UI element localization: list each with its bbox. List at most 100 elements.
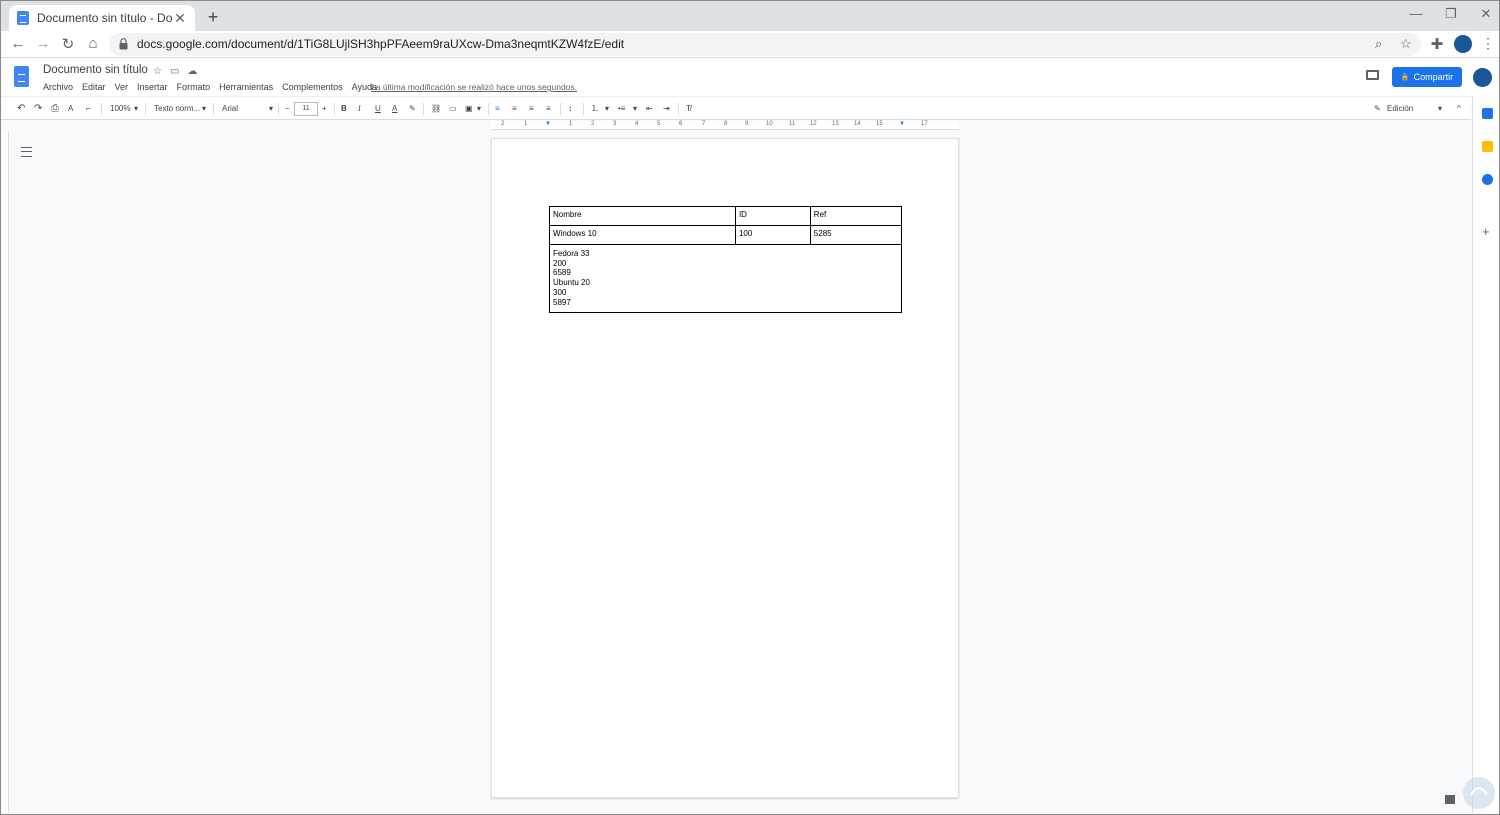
url-text[interactable]: docs.google.com/document/d/1TiG8LUjlSH3h… <box>137 37 624 51</box>
increase-indent-icon[interactable]: ⇥ <box>663 103 670 115</box>
paint-format-icon[interactable]: ⌐ <box>86 103 91 115</box>
restore-button[interactable]: ❐ <box>1441 6 1461 22</box>
minimize-button[interactable]: — <box>1406 6 1426 21</box>
table-cell[interactable]: Windows 10 <box>549 225 736 245</box>
font-select[interactable]: Arial <box>222 103 238 115</box>
horizontal-ruler[interactable]: 2 1 ▼ 1 2 3 4 5 6 7 8 9 10 11 12 13 14 1… <box>491 121 959 130</box>
star-icon[interactable]: ☆ <box>153 66 162 77</box>
docs-logo-icon[interactable] <box>14 66 29 87</box>
document-outline-icon[interactable] <box>21 147 32 157</box>
table-cell[interactable]: Ref <box>809 206 903 226</box>
insert-link-icon[interactable]: ⛓ <box>431 103 441 115</box>
editing-mode-icon[interactable]: ✎ <box>1374 103 1381 115</box>
menu-archivo[interactable]: Archivo <box>43 82 73 92</box>
account-avatar[interactable] <box>1473 68 1492 87</box>
menu-ver[interactable]: Ver <box>115 82 129 92</box>
zoom-select[interactable]: 100% <box>110 103 130 115</box>
document-page[interactable]: Nombre ID Ref Windows 10 100 5285 Fedora… <box>491 138 959 798</box>
highlight-color-icon[interactable]: ✎ <box>409 103 416 115</box>
indent-marker-icon[interactable]: ▼ <box>545 121 551 127</box>
browser-window: Documento sin título - Documen ✕ + — ❐ ✕… <box>0 0 1500 815</box>
bulleted-list-dropdown-icon[interactable]: ▾ <box>633 103 637 115</box>
insert-image-icon[interactable]: ▣ <box>465 103 473 115</box>
zoom-icon[interactable]: ⌕ <box>1375 36 1382 52</box>
share-button[interactable]: 🔒 Compartir <box>1392 67 1462 87</box>
cloud-status-icon[interactable]: ☁ <box>187 66 197 77</box>
right-indent-marker-icon[interactable]: ▼ <box>899 121 905 127</box>
underline-button[interactable]: U <box>375 103 381 115</box>
back-button[interactable]: ← <box>8 35 28 52</box>
browser-menu-icon[interactable]: ⋮ <box>1481 35 1495 52</box>
browser-tab[interactable]: Documento sin título - Documen ✕ <box>9 5 195 31</box>
table-cell[interactable]: 5285 <box>809 225 903 245</box>
numbered-list-dropdown-icon[interactable]: ▾ <box>605 103 609 115</box>
ruler-mark: 13 <box>832 121 839 127</box>
tab-close-icon[interactable]: ✕ <box>173 10 187 27</box>
add-comment-icon[interactable]: ▭ <box>449 103 457 115</box>
extensions-icon[interactable]: ✚ <box>1427 35 1447 53</box>
italic-button[interactable]: I <box>358 103 361 115</box>
style-select[interactable]: Texto norm... <box>154 103 200 115</box>
numbered-list-icon[interactable]: ⒈ <box>591 103 599 115</box>
print-icon[interactable]: ⎙ <box>51 103 59 115</box>
window-close-button[interactable]: ✕ <box>1476 6 1496 22</box>
menu-complementos[interactable]: Complementos <box>282 82 343 92</box>
menu-editar[interactable]: Editar <box>82 82 106 92</box>
zoom-dropdown-icon[interactable]: ▾ <box>134 103 138 115</box>
table-cell[interactable]: 100 <box>734 225 811 245</box>
align-center-icon[interactable]: ≡ <box>512 103 517 115</box>
side-panel: + <box>1472 96 1499 813</box>
mode-dropdown-icon[interactable]: ▾ <box>1438 103 1442 115</box>
lock-icon[interactable] <box>119 38 128 50</box>
address-bar-row: ← → ↻ ⌂ docs.google.com/document/d/1TiG8… <box>1 31 1499 58</box>
document-table[interactable]: Nombre ID Ref Windows 10 100 5285 Fedora… <box>549 206 903 313</box>
new-tab-button[interactable]: + <box>203 7 223 28</box>
menu-insertar[interactable]: Insertar <box>137 82 168 92</box>
document-title[interactable]: Documento sin título <box>43 64 148 76</box>
bold-button[interactable]: B <box>341 103 347 115</box>
reload-button[interactable]: ↻ <box>58 35 78 53</box>
font-size-input[interactable]: 11 <box>294 102 318 116</box>
style-dropdown-icon[interactable]: ▾ <box>202 103 206 115</box>
docs-header: Documento sin título ☆ ▭ ☁ Archivo Edita… <box>1 58 1499 96</box>
table-cell[interactable]: Nombre <box>549 206 736 226</box>
bookmark-star-icon[interactable]: ☆ <box>1400 36 1412 52</box>
vertical-ruler[interactable] <box>1 131 9 813</box>
spellcheck-icon[interactable]: A <box>68 103 73 115</box>
tasks-icon[interactable] <box>1482 174 1493 185</box>
font-dropdown-icon[interactable]: ▾ <box>269 103 273 115</box>
font-size-increase-button[interactable]: + <box>322 103 327 115</box>
font-size-decrease-button[interactable]: − <box>285 103 290 115</box>
table-row: Fedora 33 200 6589 Ubuntu 20 300 5897 <box>549 244 902 313</box>
line-spacing-icon[interactable]: ↕ <box>568 103 572 115</box>
last-modified-link[interactable]: La última modificación se realizó hace u… <box>371 82 577 92</box>
align-right-icon[interactable]: ≡ <box>529 103 534 115</box>
collapse-menus-icon[interactable]: ^ <box>1457 103 1461 115</box>
image-dropdown-icon[interactable]: ▾ <box>477 103 481 115</box>
clear-formatting-icon[interactable]: T̸ <box>686 103 691 115</box>
bulleted-list-icon[interactable]: •≡ <box>618 103 625 115</box>
editing-mode-select[interactable]: Edición <box>1387 103 1413 115</box>
table-cell[interactable]: ID <box>734 206 811 226</box>
text-color-button[interactable]: A <box>392 103 397 115</box>
profile-avatar[interactable] <box>1454 35 1472 53</box>
redo-icon[interactable]: ↷ <box>34 103 42 115</box>
keep-icon[interactable] <box>1482 141 1493 152</box>
ruler-mark: 1 <box>569 121 573 127</box>
calendar-icon[interactable] <box>1482 108 1493 119</box>
forward-button[interactable]: → <box>33 35 53 52</box>
menu-herramientas[interactable]: Herramientas <box>219 82 273 92</box>
undo-icon[interactable]: ↶ <box>17 103 25 115</box>
home-button[interactable]: ⌂ <box>83 35 103 52</box>
add-addon-icon[interactable]: + <box>1482 224 1490 239</box>
menu-formato[interactable]: Formato <box>177 82 211 92</box>
decrease-indent-icon[interactable]: ⇤ <box>646 103 653 115</box>
merged-table-cell[interactable]: Fedora 33 200 6589 Ubuntu 20 300 5897 <box>549 244 902 313</box>
move-folder-icon[interactable]: ▭ <box>170 66 179 77</box>
cell-line: 5897 <box>553 297 571 307</box>
align-justify-icon[interactable]: ≡ <box>546 103 551 115</box>
comments-icon[interactable] <box>1366 70 1379 80</box>
omnibox[interactable]: docs.google.com/document/d/1TiG8LUjlSH3h… <box>109 33 1421 56</box>
align-left-icon[interactable]: ≡ <box>495 103 500 115</box>
ruler-mark: 14 <box>854 121 861 127</box>
